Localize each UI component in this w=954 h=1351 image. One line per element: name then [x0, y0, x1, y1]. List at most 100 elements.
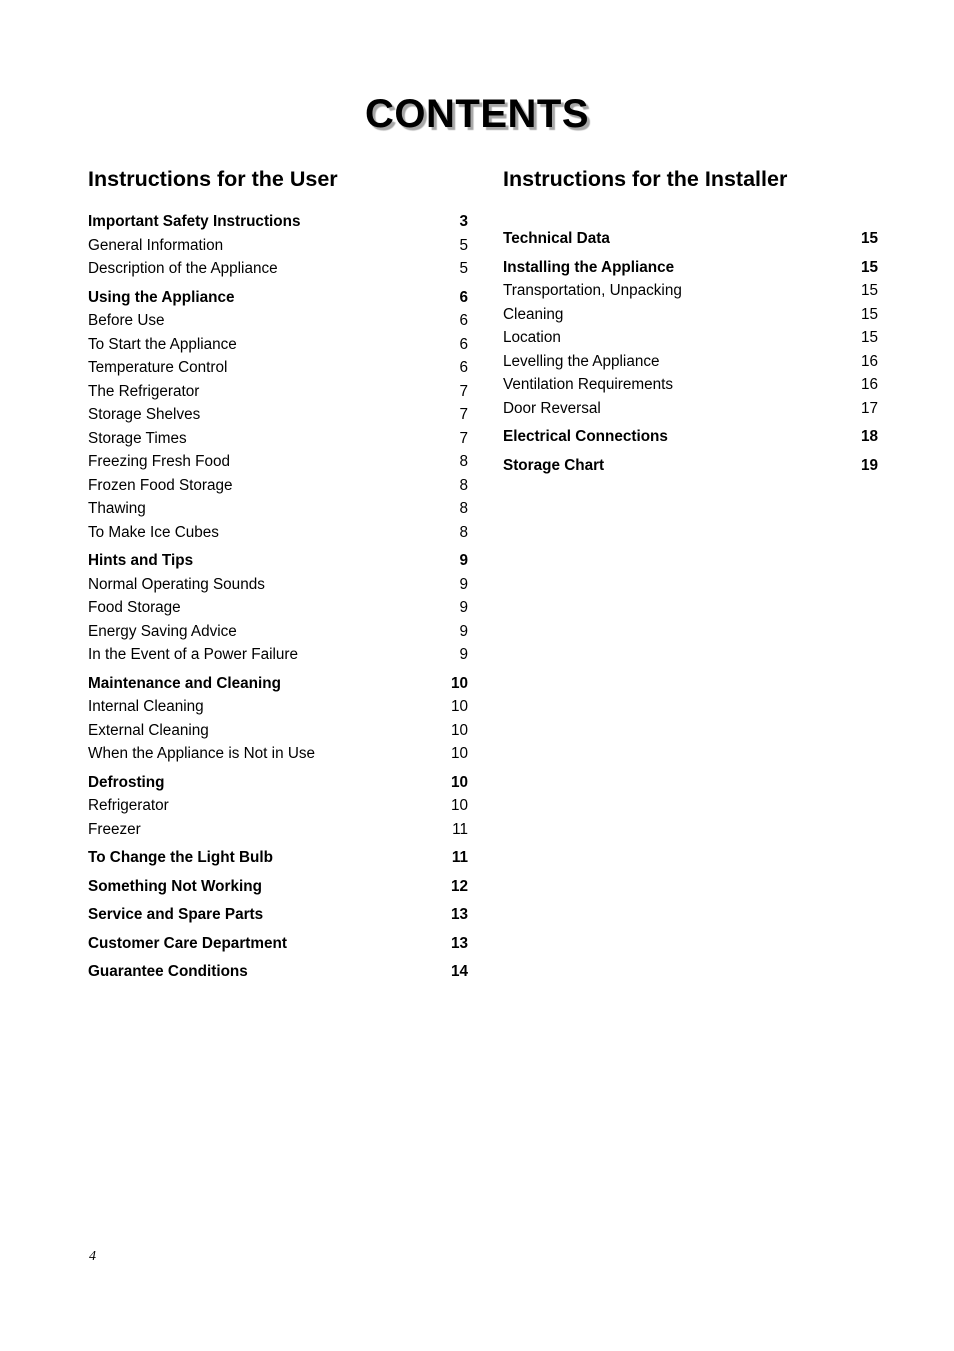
- toc-entry-label: Service and Spare Parts: [88, 906, 264, 923]
- page-number: 4: [89, 1249, 96, 1264]
- toc-entry-label: General Information: [88, 236, 224, 254]
- toc-entry[interactable]: External Cleaning 10: [88, 719, 468, 743]
- toc-entry-page-number: 14: [450, 963, 468, 980]
- toc-entry[interactable]: Before Use 6: [88, 309, 468, 333]
- toc-entry[interactable]: Technical Data 15: [503, 227, 878, 251]
- toc-entry-label: Installing the Appliance: [503, 258, 675, 276]
- toc-entry[interactable]: Temperature Control 6: [88, 356, 468, 380]
- toc-entry-label: When the Appliance is Not in Use: [88, 745, 316, 762]
- toc-entry-page-number: 10: [450, 797, 468, 814]
- toc-entry[interactable]: To Start the Appliance 6: [88, 333, 468, 357]
- toc-entry-page-number: 8: [459, 476, 468, 494]
- column-heading-user: Instructions for the User: [88, 167, 338, 191]
- toc-entries-installer: Technical Data 15 Installing the Appliance…: [503, 227, 878, 477]
- toc-entry-label: Storage Chart: [503, 456, 605, 474]
- toc-entry[interactable]: Using the Appliance 6: [88, 286, 468, 310]
- toc-entry-label: Cleaning: [503, 305, 564, 323]
- toc-entry-page-number: 9: [459, 646, 468, 663]
- toc-entry[interactable]: Refrigerator 10: [88, 794, 468, 818]
- toc-entry-label: Internal Cleaning: [88, 698, 204, 715]
- table-of-contents: Instructions for the User Important Safe…: [88, 166, 878, 984]
- toc-entry[interactable]: When the Appliance is Not in Use 10: [88, 742, 468, 766]
- toc-entry[interactable]: Thawing 8: [88, 497, 468, 521]
- toc-entry-page-number: 15: [860, 230, 878, 247]
- toc-entry-label: Storage Times: [88, 429, 187, 447]
- toc-entry[interactable]: Ventilation Requirements 16: [503, 373, 878, 397]
- toc-entry-page-number: 10: [450, 745, 468, 762]
- toc-entry[interactable]: Electrical Connections 18: [503, 425, 878, 449]
- toc-entry-label: Electrical Connections: [503, 428, 668, 445]
- toc-entry[interactable]: Customer Care Department 13: [88, 932, 468, 956]
- toc-entry[interactable]: Food Storage 9: [88, 596, 468, 620]
- toc-entry-label: Refrigerator: [88, 797, 169, 814]
- toc-entry-label: Levelling the Appliance: [503, 352, 660, 370]
- toc-entry-page-number: 10: [450, 721, 468, 739]
- toc-entry-label: To Change the Light Bulb: [88, 849, 273, 866]
- toc-entry[interactable]: Installing the Appliance 15: [503, 256, 878, 280]
- toc-entry-page-number: 15: [860, 305, 878, 323]
- toc-entry-page-number: 5: [459, 260, 468, 277]
- toc-entry-page-number: 8: [459, 523, 468, 541]
- toc-entry-page-number: 7: [459, 382, 468, 400]
- toc-entry[interactable]: Storage Chart 19: [503, 454, 878, 478]
- toc-entry[interactable]: Service and Spare Parts 13: [88, 903, 468, 927]
- toc-entry-page-number: 13: [450, 906, 468, 923]
- toc-entry-page-number: 16: [860, 352, 878, 370]
- toc-entry-label: Food Storage: [88, 599, 181, 616]
- toc-entry[interactable]: Frozen Food Storage 8: [88, 474, 468, 498]
- toc-entry-label: Important Safety Instructions: [88, 213, 301, 230]
- page-title: CONTENTS: [365, 92, 589, 136]
- toc-entry-page-number: 3: [459, 213, 468, 230]
- toc-entry-page-number: 6: [459, 288, 468, 306]
- toc-entry[interactable]: To Change the Light Bulb 11: [88, 846, 468, 870]
- toc-entry[interactable]: Freezer 11: [88, 818, 468, 842]
- toc-entry-page-number: 17: [860, 399, 878, 417]
- toc-entry-page-number: 6: [459, 312, 468, 329]
- toc-entry-label: Defrosting: [88, 773, 165, 791]
- toc-entry[interactable]: Normal Operating Sounds 9: [88, 573, 468, 597]
- toc-entry[interactable]: Cleaning 15: [503, 303, 878, 327]
- toc-entry-page-number: 19: [860, 456, 878, 474]
- toc-entry-page-number: 9: [459, 622, 468, 640]
- toc-entry-label: Storage Shelves: [88, 406, 201, 423]
- toc-entry-label: Freezer: [88, 820, 141, 838]
- toc-entry[interactable]: Hints and Tips 9: [88, 549, 468, 573]
- toc-entry[interactable]: General Information 5: [88, 234, 468, 258]
- toc-entry[interactable]: Energy Saving Advice 9: [88, 620, 468, 644]
- toc-entry-label: Hints and Tips: [88, 552, 194, 569]
- toc-entry[interactable]: Defrosting 10: [88, 771, 468, 795]
- toc-entry[interactable]: Important Safety Instructions 3: [88, 210, 468, 234]
- toc-entry[interactable]: Storage Times 7: [88, 427, 468, 451]
- toc-entry-label: Ventilation Requirements: [503, 376, 674, 393]
- toc-entry-page-number: 7: [459, 406, 468, 423]
- toc-entry-label: Normal Operating Sounds: [88, 575, 265, 593]
- toc-entry[interactable]: Levelling the Appliance 16: [503, 350, 878, 374]
- toc-entry[interactable]: Location 15: [503, 326, 878, 350]
- toc-entry-page-number: 12: [450, 877, 468, 895]
- toc-entry[interactable]: Guarantee Conditions 14: [88, 960, 468, 984]
- toc-entry[interactable]: Description of the Appliance 5: [88, 257, 468, 281]
- toc-entry[interactable]: Storage Shelves 7: [88, 403, 468, 427]
- toc-entry[interactable]: Freezing Fresh Food 8: [88, 450, 468, 474]
- toc-entry-label: The Refrigerator: [88, 382, 200, 400]
- toc-entry[interactable]: Internal Cleaning 10: [88, 695, 468, 719]
- toc-entry-page-number: 16: [860, 376, 878, 393]
- toc-entry-label: To Make Ice Cubes: [88, 523, 219, 541]
- toc-entry-label: Before Use: [88, 312, 165, 329]
- toc-entry[interactable]: Maintenance and Cleaning 10: [88, 672, 468, 696]
- toc-entry-label: Maintenance and Cleaning: [88, 674, 281, 692]
- toc-entry[interactable]: Transportation, Unpacking 15: [503, 279, 878, 303]
- toc-entry-label: Customer Care Department: [88, 934, 287, 952]
- toc-entries-user: Important Safety Instructions 3 General In…: [88, 210, 468, 984]
- toc-entry[interactable]: In the Event of a Power Failure 9: [88, 643, 468, 667]
- toc-entry-page-number: 18: [860, 428, 878, 445]
- toc-entry-label: Temperature Control: [88, 359, 228, 376]
- toc-entry-page-number: 7: [459, 429, 468, 447]
- toc-entry[interactable]: Something Not Working 12: [88, 875, 468, 899]
- toc-entry[interactable]: The Refrigerator 7: [88, 380, 468, 404]
- toc-entry-page-number: 11: [451, 849, 468, 866]
- toc-entry[interactable]: To Make Ice Cubes 8: [88, 521, 468, 545]
- toc-entry-page-number: 11: [452, 820, 468, 838]
- toc-entry[interactable]: Door Reversal 17: [503, 397, 878, 421]
- toc-entry-page-number: 9: [459, 599, 468, 616]
